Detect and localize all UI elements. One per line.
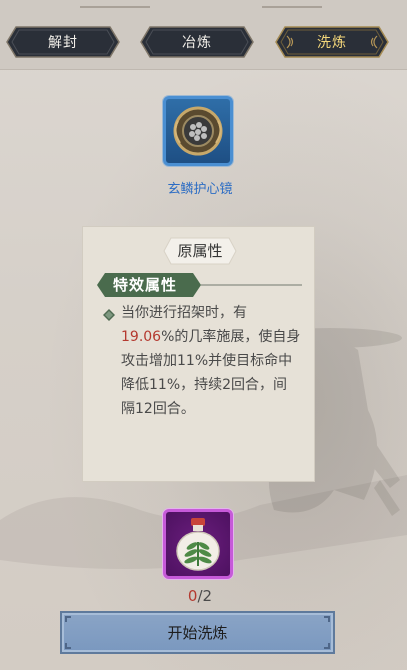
special-attribute-description: 当你进行招架时，有 19.06%的几率施展，使自身攻击增加11%并使目标命中降低1… bbox=[121, 301, 301, 421]
material-total: /2 bbox=[197, 587, 213, 605]
refine-material-slot[interactable] bbox=[163, 509, 233, 579]
tabbar-deco-right bbox=[262, 6, 322, 8]
start-refine-label: 开始洗炼 bbox=[167, 624, 228, 642]
attribute-card: 原属性 特效属性 当你进行招架时，有 19.06%的几率施展，使自身攻击增加11%… bbox=[82, 226, 315, 482]
original-attributes-title: 原属性 bbox=[177, 242, 223, 260]
material-count: 0/2 bbox=[150, 587, 250, 605]
tab-label: 洗炼 bbox=[317, 35, 347, 51]
tab-label: 解封 bbox=[48, 35, 78, 51]
special-attributes-title: 特效属性 bbox=[113, 276, 178, 294]
tab-bar: 解封 冶炼 洗炼 bbox=[0, 0, 407, 70]
scale-mirror-icon bbox=[173, 106, 223, 156]
button-corner bbox=[324, 616, 330, 622]
tab-refine[interactable]: 洗炼 bbox=[275, 26, 389, 58]
original-attributes-badge: 原属性 bbox=[163, 237, 237, 265]
tab-label: 冶炼 bbox=[182, 35, 212, 51]
equipment-name[interactable]: 玄鳞护心镜 bbox=[140, 178, 260, 197]
proc-chance-value: 19.06 bbox=[121, 329, 162, 345]
button-corner bbox=[65, 616, 71, 622]
tabbar-deco-left bbox=[80, 6, 150, 8]
start-refine-button[interactable]: 开始洗炼 bbox=[60, 611, 335, 654]
herb-potion-icon bbox=[176, 518, 220, 571]
equipment-slot[interactable] bbox=[163, 96, 233, 166]
tab-unseal[interactable]: 解封 bbox=[6, 26, 120, 58]
diamond-bullet-icon bbox=[103, 309, 115, 321]
desc-prefix: 当你进行招架时，有 bbox=[121, 305, 247, 321]
button-corner bbox=[65, 643, 71, 649]
tab-smelt[interactable]: 冶炼 bbox=[140, 26, 254, 58]
special-attributes-header: 特效属性 bbox=[97, 273, 302, 297]
button-corner bbox=[324, 643, 330, 649]
